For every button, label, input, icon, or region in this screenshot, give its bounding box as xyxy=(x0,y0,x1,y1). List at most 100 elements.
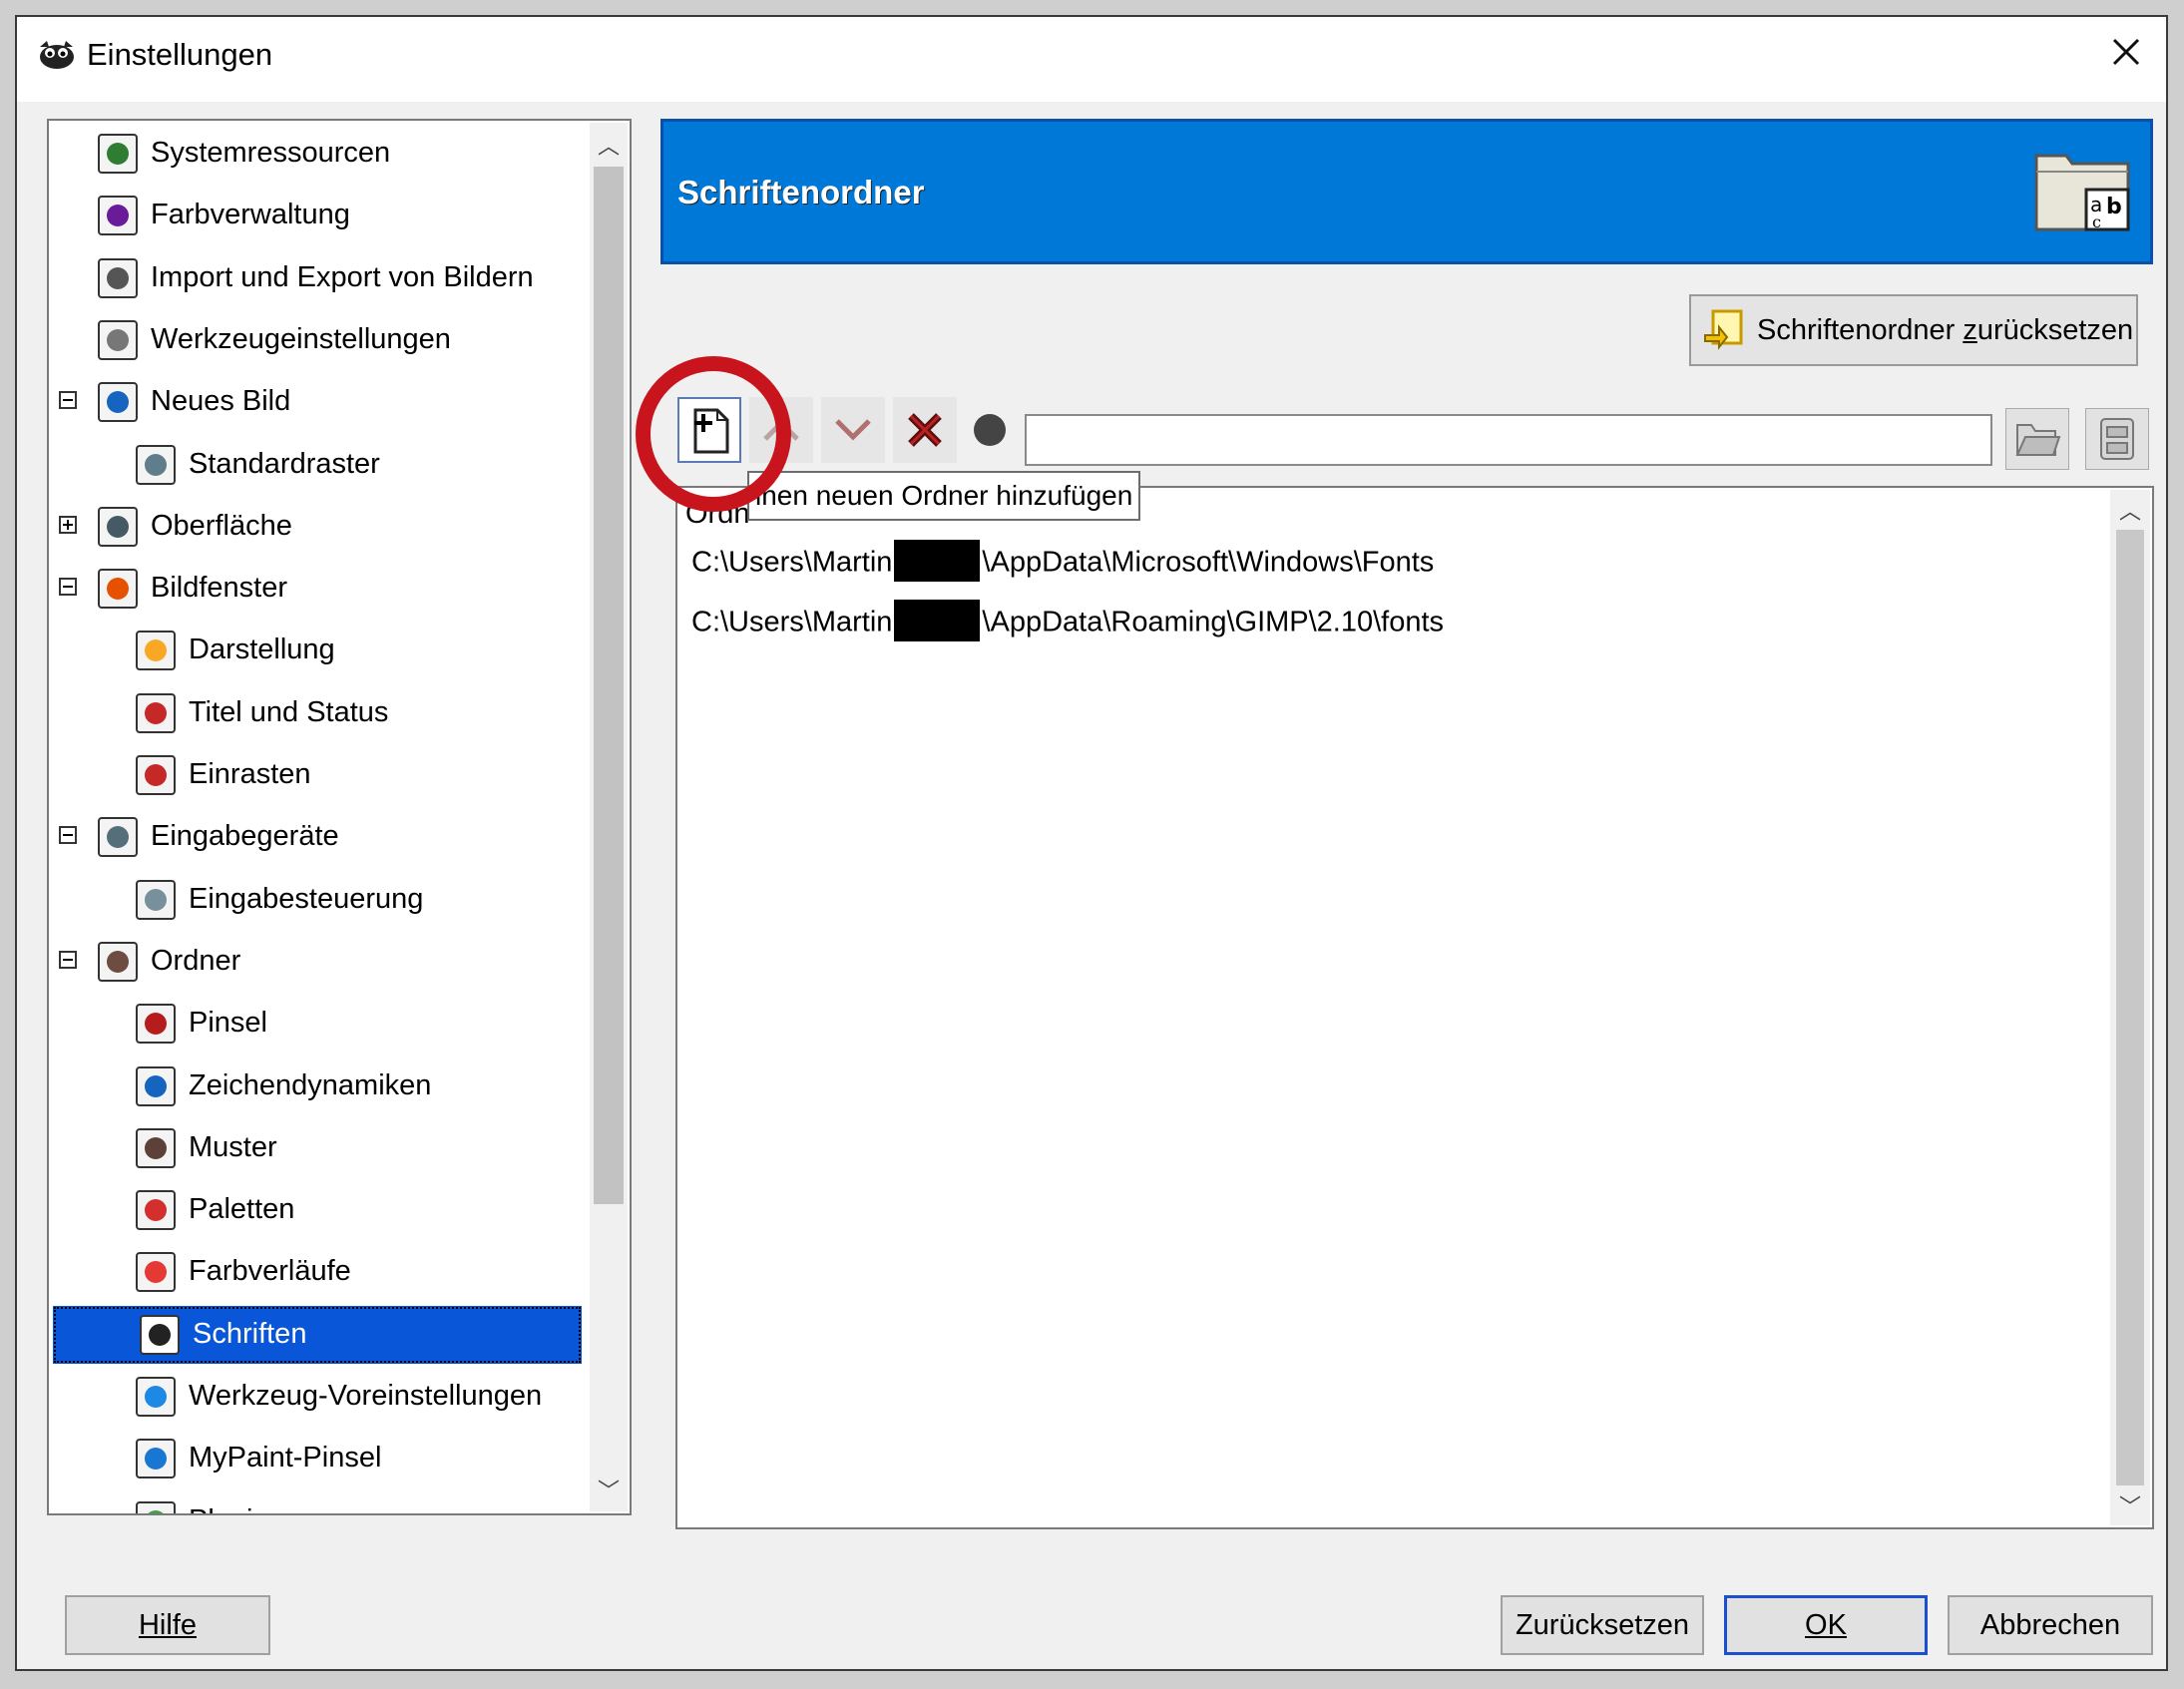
collapse-toggle-icon[interactable] xyxy=(59,950,77,969)
sidebar-item-input-devices[interactable]: Eingabegeräte xyxy=(49,808,584,866)
gimp-logo-icon xyxy=(40,41,74,69)
sidebar-item-label: Werkzeugeinstellungen xyxy=(151,322,451,355)
cancel-button-label: Abbrechen xyxy=(1979,1608,2121,1641)
folder-writable-button[interactable] xyxy=(2085,408,2149,470)
reset-font-folders-label-rest: urücksetzen xyxy=(1976,313,2134,346)
folders-icon xyxy=(98,941,138,982)
writable-toggle-button[interactable] xyxy=(965,397,1015,463)
interface-icon xyxy=(98,506,138,547)
scroll-down-icon[interactable]: ﹀ xyxy=(590,1474,628,1505)
folder-path-end: \AppData\Microsoft\Windows\Fonts xyxy=(982,546,1435,579)
sidebar-item-label: Darstellung xyxy=(189,633,335,666)
sidebar-item-new-image[interactable]: Neues Bild xyxy=(49,373,584,431)
sidebar-item-fonts[interactable]: Schriften xyxy=(53,1305,582,1364)
reset-button[interactable]: Zurücksetzen xyxy=(1501,1595,1704,1655)
folder-row[interactable]: C:\Users\Martin \AppData\Microsoft\Window… xyxy=(691,540,1435,585)
move-down-button[interactable] xyxy=(821,397,885,463)
sidebar-item-tool-presets[interactable]: Werkzeug-Voreinstellungen xyxy=(49,1368,584,1426)
system-resources-icon xyxy=(98,134,138,174)
sidebar-item-label: Eingabesteuerung xyxy=(189,882,424,915)
sidebar-item-tool-options[interactable]: Werkzeugeinstellungen xyxy=(49,311,584,369)
sidebar-item-interface[interactable]: Oberfläche xyxy=(49,498,584,556)
font-folder-list[interactable]: Ordn C:\Users\Martin \AppData\Microsoft\W… xyxy=(675,486,2154,1529)
svg-text:b: b xyxy=(2106,195,2122,219)
close-button[interactable] xyxy=(2086,17,2166,87)
sidebar-item-snapping[interactable]: Einrasten xyxy=(49,746,584,804)
paint-dynamics-icon xyxy=(136,1065,176,1106)
mypaint-brushes-icon xyxy=(136,1439,176,1479)
folder-path-input[interactable] xyxy=(1025,414,1992,466)
cancel-button[interactable]: Abbrechen xyxy=(1948,1595,2153,1655)
collapse-toggle-icon[interactable] xyxy=(59,578,77,597)
plugins-icon xyxy=(136,1500,176,1513)
sidebar-item-label: Schriften xyxy=(193,1317,307,1350)
fonts-icon xyxy=(140,1314,180,1355)
browse-folder-button[interactable] xyxy=(2005,408,2069,470)
sidebar-item-label: Muster xyxy=(189,1130,277,1163)
ok-button-label: OK xyxy=(1805,1608,1847,1641)
reset-font-folders-label-mnemonic: z xyxy=(1963,313,1977,346)
sidebar-item-gradients[interactable]: Farbverläufe xyxy=(49,1243,584,1301)
sidebar-item-brush[interactable]: Pinsel xyxy=(49,995,584,1053)
folder-row[interactable]: C:\Users\Martin \AppData\Roaming\GIMP\2.1… xyxy=(691,600,1445,644)
preferences-dialog: Einstellungen Systemressourcen Farbverwal… xyxy=(15,15,2168,1671)
sidebar-scrollbar[interactable]: ︿ ﹀ xyxy=(590,123,628,1511)
patterns-icon xyxy=(136,1127,176,1168)
folder-path-end: \AppData\Roaming\GIMP\2.10\fonts xyxy=(982,606,1445,638)
delete-folder-button[interactable] xyxy=(893,397,957,463)
sidebar-item-label: Einrasten xyxy=(189,758,311,790)
collapse-toggle-icon[interactable] xyxy=(59,826,77,845)
sidebar-item-label: Neues Bild xyxy=(151,385,291,418)
move-up-button[interactable] xyxy=(749,397,813,463)
tool-presets-icon xyxy=(136,1377,176,1417)
collapse-toggle-icon[interactable] xyxy=(59,391,77,410)
tooltip: inen neuen Ordner hinzufügen xyxy=(747,471,1141,521)
scroll-up-icon[interactable]: ︿ xyxy=(590,129,628,161)
redaction-bar xyxy=(894,600,981,641)
import-export-icon xyxy=(98,257,138,298)
sidebar-item-appearance[interactable]: Darstellung xyxy=(49,622,584,679)
sidebar-item-input-controllers[interactable]: Eingabesteuerung xyxy=(49,871,584,929)
sidebar-item-color-management[interactable]: Farbverwaltung xyxy=(49,187,584,244)
appearance-icon xyxy=(136,631,176,671)
reset-button-label: Zurücksetzen xyxy=(1515,1608,1690,1641)
sidebar-item-image-window[interactable]: Bildfenster xyxy=(49,560,584,618)
sidebar-item-label: Plugins xyxy=(189,1504,283,1513)
sidebar-item-label: Zeichendynamiken xyxy=(189,1068,432,1101)
color-management-icon xyxy=(98,196,138,236)
help-button[interactable]: Hilfe xyxy=(65,1595,270,1655)
scroll-up-icon[interactable]: ︿ xyxy=(2110,494,2150,526)
list-scrollbar[interactable]: ︿ ﹀ xyxy=(2110,490,2150,1525)
palettes-icon xyxy=(136,1190,176,1231)
sidebar-item-label: MyPaint-Pinsel xyxy=(189,1442,382,1475)
page-header: Schriftenordner a b c xyxy=(660,119,2153,264)
arrow-down-icon xyxy=(835,419,871,441)
sidebar-scroll-thumb[interactable] xyxy=(594,167,624,1204)
font-folder-icon: a b c xyxy=(2034,154,2130,231)
sidebar-item-mypaint-brushes[interactable]: MyPaint-Pinsel xyxy=(49,1430,584,1487)
list-scroll-thumb[interactable] xyxy=(2116,530,2144,1485)
sidebar-item-label: Import und Export von Bildern xyxy=(151,260,534,293)
sidebar-item-palettes[interactable]: Paletten xyxy=(49,1181,584,1239)
sidebar-item-patterns[interactable]: Muster xyxy=(49,1119,584,1177)
preferences-category-tree[interactable]: Systemressourcen Farbverwaltung Import und… xyxy=(47,119,632,1515)
default-grid-icon xyxy=(136,444,176,485)
reset-font-folders-button[interactable]: Schriftenordner z urücksetzen xyxy=(1689,294,2138,366)
sidebar-item-default-grid[interactable]: Standardraster xyxy=(49,436,584,494)
sidebar-item-import-export[interactable]: Import und Export von Bildern xyxy=(49,249,584,307)
record-dot-icon xyxy=(974,414,1006,446)
input-devices-icon xyxy=(98,817,138,858)
expand-toggle-icon[interactable] xyxy=(59,515,77,534)
add-folder-button[interactable] xyxy=(677,397,741,463)
storage-icon xyxy=(2100,418,2134,460)
sidebar-item-label: Titel und Status xyxy=(189,695,389,728)
sidebar-item-system-resources[interactable]: Systemressourcen xyxy=(49,125,584,183)
help-button-label: Hilfe xyxy=(138,1608,197,1641)
sidebar-item-label: Eingabegeräte xyxy=(151,820,339,853)
sidebar-item-paint-dynamics[interactable]: Zeichendynamiken xyxy=(49,1057,584,1115)
scroll-down-icon[interactable]: ﹀ xyxy=(2110,1489,2150,1521)
sidebar-item-folders[interactable]: Ordner xyxy=(49,933,584,991)
sidebar-item-plugins[interactable]: Plugins xyxy=(49,1492,584,1513)
ok-button[interactable]: OK xyxy=(1724,1595,1928,1655)
sidebar-item-title-status[interactable]: Titel und Status xyxy=(49,684,584,742)
